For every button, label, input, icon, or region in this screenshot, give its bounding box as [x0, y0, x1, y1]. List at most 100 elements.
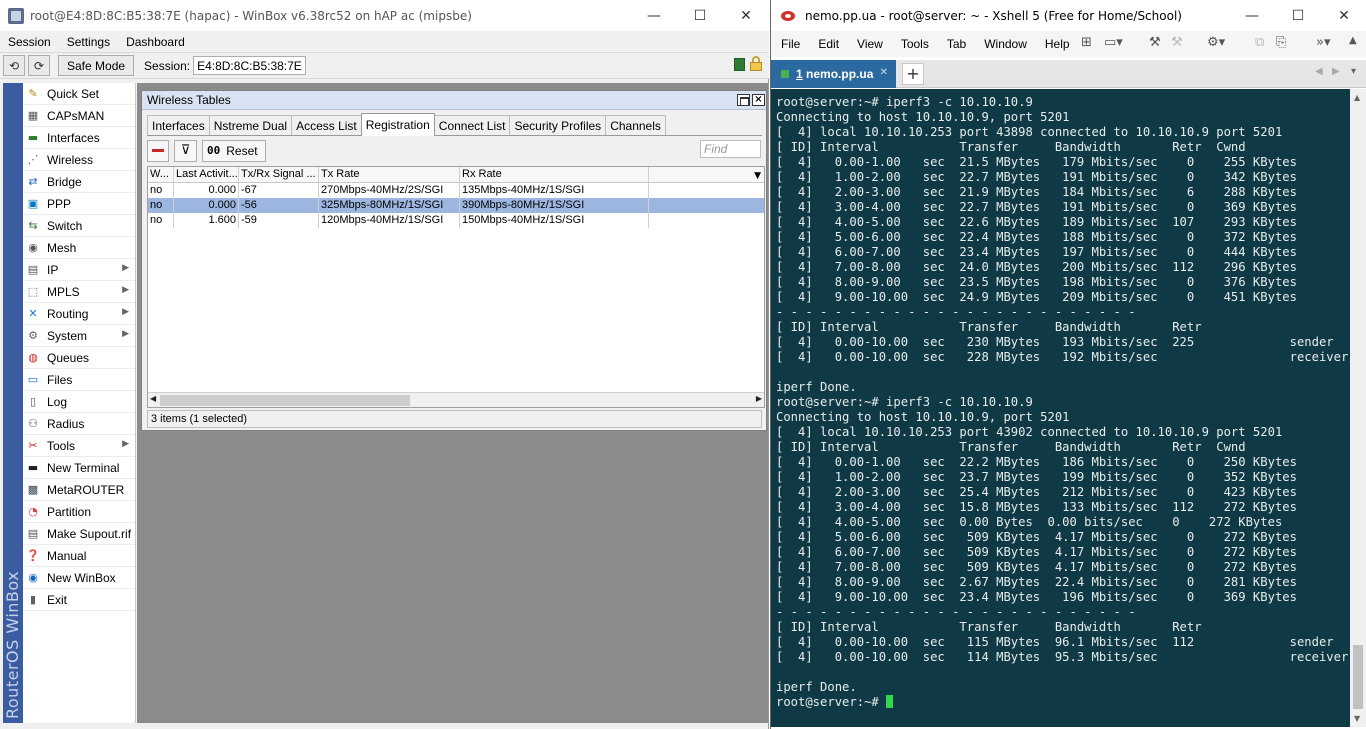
chevron-right-icon: ▶ [122, 285, 129, 295]
menu-window[interactable]: Window [974, 37, 1035, 51]
column-menu-icon[interactable]: ▼ [754, 169, 761, 183]
sidebar-item-manual[interactable]: ❓ Manual [23, 545, 135, 567]
table-row[interactable]: no 1.600 -59 120Mbps-40MHz/1S/SGI 150Mbps-40… [148, 213, 764, 228]
sidebar-item-mesh[interactable]: ◉ Mesh [23, 237, 135, 259]
reset-label: Reset [226, 143, 258, 158]
tab-access-list[interactable]: Access List [291, 115, 362, 136]
terminal-line: [ 4] 7.00-8.00 sec 24.0 MBytes 200 Mbits… [776, 260, 1297, 274]
sidebar-item-files[interactable]: ▭ Files [23, 369, 135, 391]
expand-icon[interactable]: ▲ [1349, 35, 1357, 46]
maximize-button[interactable]: ☐ [677, 0, 723, 31]
new-session-icon[interactable]: ⊞ [1081, 35, 1092, 50]
menu-file[interactable]: File [771, 37, 808, 51]
scroll-thumb[interactable] [1353, 645, 1363, 709]
tab-security-profiles[interactable]: Security Profiles [509, 115, 607, 136]
column-header[interactable]: W... [148, 167, 174, 182]
scroll-thumb[interactable] [160, 395, 410, 406]
close-icon[interactable]: × [752, 94, 765, 106]
sidebar-item-new-terminal[interactable]: ▬ New Terminal [23, 457, 135, 479]
undo-button[interactable]: ⟲ [3, 55, 25, 76]
reset-button[interactable]: 00 Reset [202, 139, 266, 162]
sidebar-item-queues[interactable]: ◍ Queues [23, 347, 135, 369]
new-tab-button[interactable]: + [902, 63, 924, 85]
find-input[interactable]: Find [700, 140, 761, 158]
sidebar-item-ip[interactable]: ▤ IP ▶ [23, 259, 135, 281]
scroll-left-icon[interactable]: ◀ [150, 394, 156, 403]
minimize-button[interactable]: — [631, 0, 677, 31]
sidebar-item-wireless[interactable]: ⋰ Wireless [23, 149, 135, 171]
tab-registration[interactable]: Registration [360, 113, 435, 136]
sidebar-item-radius[interactable]: ⚇ Radius [23, 413, 135, 435]
tab-list-icon[interactable]: ▾ [1351, 66, 1356, 77]
column-header[interactable]: Tx Rate [319, 167, 460, 182]
tab-channels[interactable]: Channels [605, 115, 666, 136]
close-tab-icon[interactable]: ✕ [880, 67, 888, 78]
sidebar-item-quick-set[interactable]: ✎ Quick Set [23, 83, 135, 105]
scroll-down-icon[interactable]: ▼ [1354, 714, 1360, 723]
sidebar-item-label: MPLS [47, 284, 80, 299]
menu-help[interactable]: Help [1035, 37, 1078, 51]
reconnect-icon[interactable]: ⚒ [1149, 35, 1161, 50]
sidebar-item-log[interactable]: ▯ Log [23, 391, 135, 413]
sidebar-item-mpls[interactable]: ⬚ MPLS ▶ [23, 281, 135, 303]
menu-view[interactable]: View [847, 37, 891, 51]
table-cell: 150Mbps-40MHz/1S/SGI [460, 213, 649, 228]
sidebar-item-ppp[interactable]: ▣ PPP [23, 193, 135, 215]
sidebar-item-partition[interactable]: ◔ Partition [23, 501, 135, 523]
safe-mode-button[interactable]: Safe Mode [58, 55, 135, 76]
open-folder-icon[interactable]: ▭▾ [1104, 35, 1123, 50]
column-header[interactable]: Tx/Rx Signal ... [239, 167, 319, 182]
sidebar-item-interfaces[interactable]: ▬ Interfaces [23, 127, 135, 149]
tab-interfaces[interactable]: Interfaces [147, 115, 210, 136]
remove-button[interactable] [147, 139, 169, 162]
session-tab[interactable]: 1 nemo.pp.ua ✕ [771, 60, 896, 88]
menu-session[interactable]: Session [0, 35, 59, 49]
sidebar-item-routing[interactable]: ✕ Routing ▶ [23, 303, 135, 325]
sidebar-item-system[interactable]: ⚙ System ▶ [23, 325, 135, 347]
sidebar-item-exit[interactable]: ▮ Exit [23, 589, 135, 611]
sidebar-item-new-winbox[interactable]: ◉ New WinBox [23, 567, 135, 589]
menu-tab[interactable]: Tab [937, 37, 974, 51]
sidebar-item-switch[interactable]: ⇆ Switch [23, 215, 135, 237]
column-header[interactable] [649, 167, 764, 182]
table-row[interactable]: no 0.000 -56 325Mbps-80MHz/1S/SGI 390Mbps-80… [148, 198, 764, 213]
sidebar-item-capsman[interactable]: ▦ CAPsMAN [23, 105, 135, 127]
maximize-button[interactable]: ☐ [1275, 0, 1321, 31]
close-button[interactable]: ✕ [1321, 0, 1366, 31]
disconnect-icon[interactable]: ⚒ [1171, 35, 1183, 50]
terminal-line: [ 4] 2.00-3.00 sec 21.9 MBytes 184 Mbits… [776, 185, 1297, 199]
minimize-button[interactable]: — [1229, 0, 1275, 31]
copy-icon[interactable]: ⧉ [1255, 35, 1264, 50]
restore-icon[interactable] [737, 94, 750, 106]
sidebar-item-make-supout-rif[interactable]: ▤ Make Supout.rif [23, 523, 135, 545]
wireless-tables-titlebar[interactable]: Wireless Tables × [142, 91, 766, 110]
terminal-output[interactable]: root@server:~# iperf3 -c 10.10.10.9 Conne… [771, 89, 1350, 727]
menu-dashboard[interactable]: Dashboard [118, 35, 193, 49]
scroll-up-icon[interactable]: ▲ [1354, 93, 1360, 102]
session-field[interactable]: E4:8D:8C:B5:38:7E [193, 56, 306, 75]
sidebar-item-bridge[interactable]: ⇄ Bridge [23, 171, 135, 193]
tab-connect-list[interactable]: Connect List [433, 115, 511, 136]
more-tools-icon[interactable]: »▾ [1316, 35, 1330, 50]
terminal-scrollbar[interactable]: ▲ ▼ [1350, 89, 1366, 727]
scroll-right-icon[interactable]: ▶ [756, 394, 762, 403]
paste-icon[interactable]: ⎘ [1276, 35, 1286, 50]
close-button[interactable]: ✕ [723, 0, 769, 31]
properties-icon[interactable]: ⚙▾ [1207, 35, 1225, 50]
horizontal-scrollbar[interactable]: ◀ ▶ [148, 392, 764, 407]
sidebar-item-label: Files [47, 372, 73, 387]
table-cell: 120Mbps-40MHz/1S/SGI [319, 213, 460, 228]
tab-nstreme-dual[interactable]: Nstreme Dual [208, 115, 293, 136]
sidebar-item-metarouter[interactable]: ▩ MetaROUTER [23, 479, 135, 501]
table-row[interactable]: no 0.000 -67 270Mbps-40MHz/2S/SGI 135Mbps-40… [148, 183, 764, 198]
menu-settings[interactable]: Settings [59, 35, 118, 49]
filter-button[interactable]: ⊽ [174, 139, 197, 162]
column-header[interactable]: Last Activit... [174, 167, 239, 182]
redo-button[interactable]: ⟳ [28, 55, 50, 76]
tab-prev-icon[interactable]: ◀ [1315, 66, 1323, 77]
menu-tools[interactable]: Tools [891, 37, 937, 51]
tab-next-icon[interactable]: ▶ [1332, 66, 1340, 77]
sidebar-item-tools[interactable]: ✂ Tools ▶ [23, 435, 135, 457]
menu-edit[interactable]: Edit [808, 37, 847, 51]
column-header[interactable]: Rx Rate [460, 167, 649, 182]
